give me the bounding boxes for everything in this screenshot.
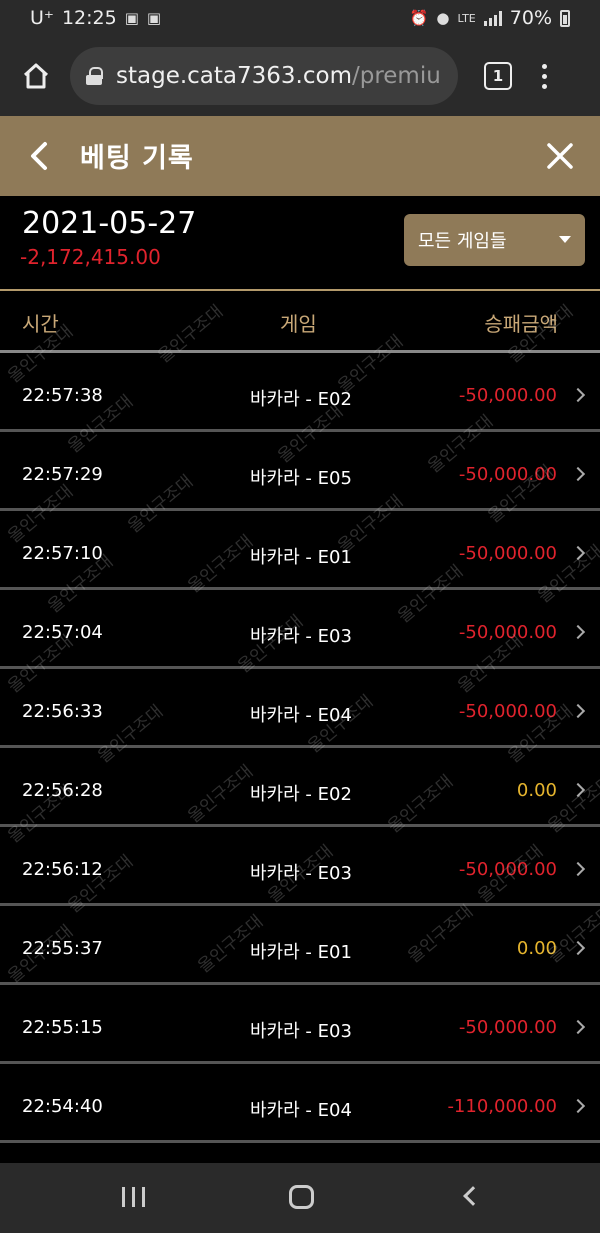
table-row[interactable]: 22:54:40 바카라 - E04 -110,000.00 <box>0 1064 600 1143</box>
selected-date[interactable]: 2021-05-27 <box>22 206 196 241</box>
tab-switcher-icon[interactable]: 1 <box>484 62 512 90</box>
row-time: 22:57:04 <box>22 622 103 643</box>
notification-icon: ▣ <box>124 9 139 27</box>
signal-icon <box>483 10 502 26</box>
table-row[interactable]: 22:57:10 바카라 - E01 -50,000.00 <box>0 511 600 590</box>
table-header: 시간 게임 승패금액 <box>0 291 600 351</box>
row-amount: -50,000.00 <box>458 1017 557 1038</box>
row-game: 바카라 - E04 <box>250 705 352 726</box>
overflow-menu-icon[interactable] <box>542 63 547 89</box>
row-amount: 0.00 <box>516 938 557 959</box>
close-icon[interactable] <box>545 141 575 171</box>
chevron-right-icon <box>570 545 586 561</box>
url-text: stage.cata7363.com/premiu <box>116 63 441 89</box>
column-header-game: 게임 <box>280 312 317 336</box>
row-time: 22:57:10 <box>22 543 103 564</box>
chevron-left-icon[interactable] <box>26 141 52 171</box>
network-type: LTE <box>457 11 476 25</box>
row-amount: -50,000.00 <box>458 385 557 406</box>
app-header: 베팅 기록 <box>0 116 600 196</box>
chevron-right-icon <box>570 624 586 640</box>
row-amount: -50,000.00 <box>458 701 557 722</box>
column-header-amount: 승패금액 <box>484 312 558 336</box>
row-amount: -110,000.00 <box>447 1096 557 1117</box>
summary: 2021-05-27 -2,172,415.00 모든 게임들 <box>0 196 600 290</box>
row-time: 22:55:37 <box>22 938 103 959</box>
row-game: 바카라 - E05 <box>250 468 352 489</box>
total-amount: -2,172,415.00 <box>20 245 161 269</box>
row-game: 바카라 - E03 <box>250 863 352 884</box>
chevron-right-icon <box>570 387 586 403</box>
table-row[interactable]: 22:56:28 바카라 - E02 0.00 <box>0 748 600 827</box>
url-path: /premiu <box>351 63 441 89</box>
row-game: 바카라 - E03 <box>250 626 352 647</box>
home-button[interactable] <box>14 54 58 98</box>
carrier-label: U⁺ <box>30 7 54 29</box>
row-amount: -50,000.00 <box>458 859 557 880</box>
row-game: 바카라 - E01 <box>250 942 352 963</box>
table-row[interactable]: 22:55:15 바카라 - E03 -50,000.00 <box>0 985 600 1064</box>
table-row[interactable]: 22:56:12 바카라 - E03 -50,000.00 <box>0 827 600 906</box>
home-nav-icon[interactable] <box>289 1185 314 1209</box>
table-row[interactable]: 22:57:38 바카라 - E02 -50,000.00 <box>0 353 600 432</box>
row-amount: -50,000.00 <box>458 464 557 485</box>
chevron-right-icon <box>570 703 586 719</box>
caret-down-icon <box>559 236 571 243</box>
column-header-time: 시간 <box>22 312 59 336</box>
row-amount: -50,000.00 <box>458 543 557 564</box>
url-host: stage.cata7363.com <box>116 63 352 89</box>
chevron-right-icon <box>570 466 586 482</box>
notification-icon: ▣ <box>146 9 162 27</box>
home-icon <box>23 63 49 89</box>
row-amount: -50,000.00 <box>458 622 557 643</box>
row-game: 바카라 - E02 <box>250 389 352 410</box>
row-game: 바카라 - E04 <box>250 1100 352 1121</box>
row-time: 22:55:15 <box>22 1017 103 1038</box>
table-row[interactable]: 22:57:04 바카라 - E03 -50,000.00 <box>0 590 600 669</box>
page-title: 베팅 기록 <box>80 143 194 174</box>
game-filter-label: 모든 게임들 <box>418 231 507 252</box>
table-row[interactable]: 22:55:37 바카라 - E01 0.00 <box>0 906 600 985</box>
location-icon: ● <box>436 9 450 27</box>
chevron-right-icon <box>570 782 586 798</box>
row-game: 바카라 - E01 <box>250 547 352 568</box>
row-time: 22:54:40 <box>22 1096 103 1117</box>
chevron-right-icon <box>570 1098 586 1114</box>
row-time: 22:56:28 <box>22 780 103 801</box>
url-bar[interactable]: stage.cata7363.com/premiu <box>70 47 458 105</box>
status-right: ⏰ ● LTE 70% <box>410 7 570 29</box>
chevron-right-icon <box>570 940 586 956</box>
system-nav-bar <box>0 1163 600 1233</box>
row-time: 22:56:12 <box>22 859 103 880</box>
row-time: 22:57:38 <box>22 385 103 406</box>
battery-icon <box>560 9 570 27</box>
status-bar: U⁺ 12:25 ▣ ▣ ⏰ ● LTE 70% <box>0 0 600 36</box>
alarm-icon: ⏰ <box>409 9 429 27</box>
clock: 12:25 <box>61 7 117 29</box>
row-game: 바카라 - E03 <box>250 1021 352 1042</box>
lock-icon <box>86 67 103 85</box>
row-amount: 0.00 <box>516 780 557 801</box>
game-filter-dropdown[interactable]: 모든 게임들 <box>404 214 585 266</box>
chevron-right-icon <box>570 1019 586 1035</box>
row-game: 바카라 - E02 <box>250 784 352 805</box>
table-row[interactable]: 22:57:29 바카라 - E05 -50,000.00 <box>0 432 600 511</box>
status-left: U⁺ 12:25 ▣ ▣ <box>30 7 161 29</box>
table-row[interactable]: 22:56:33 바카라 - E04 -50,000.00 <box>0 669 600 748</box>
row-time: 22:56:33 <box>22 701 103 722</box>
battery-level: 70% <box>509 7 552 29</box>
recent-apps-icon[interactable] <box>122 1187 145 1207</box>
chevron-right-icon <box>570 861 586 877</box>
bet-history-list: 22:57:38 바카라 - E02 -50,000.00 22:57:29 바… <box>0 353 600 1143</box>
row-time: 22:57:29 <box>22 464 103 485</box>
browser-toolbar: stage.cata7363.com/premiu 1 <box>0 36 600 116</box>
back-nav-icon[interactable] <box>463 1186 483 1206</box>
